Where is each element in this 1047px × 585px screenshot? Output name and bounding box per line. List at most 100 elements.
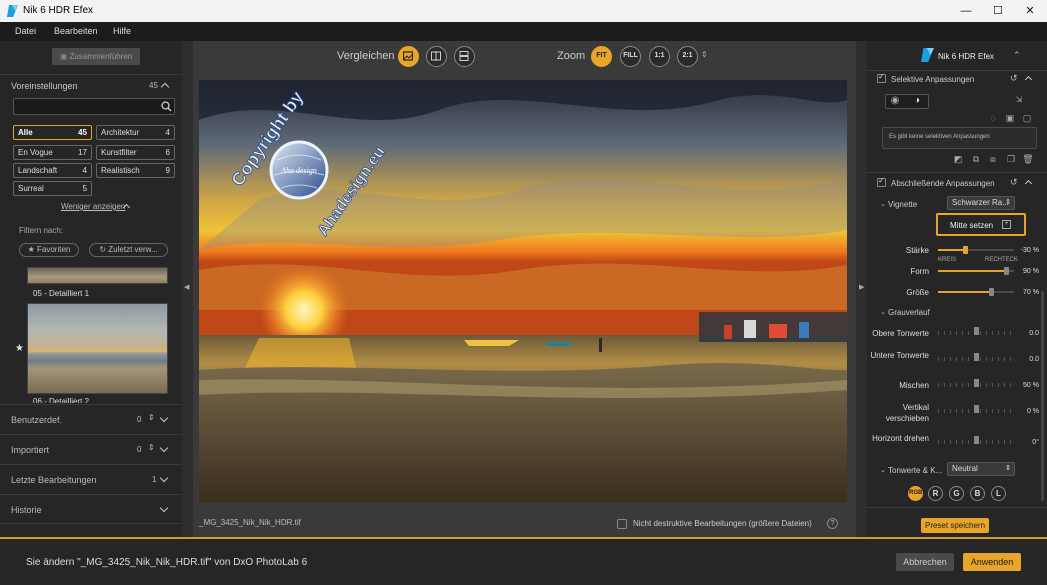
- maximize-button[interactable]: ☐: [982, 0, 1014, 22]
- category-surreal[interactable]: Surreal 5: [13, 181, 92, 196]
- slider-knob[interactable]: [974, 353, 979, 361]
- menu-edit[interactable]: Bearbeiten: [54, 26, 98, 36]
- save-preset-button[interactable]: Preset speichern: [921, 518, 989, 533]
- slider-value: 50 %: [1023, 382, 1039, 389]
- compare-split-view-button[interactable]: [426, 46, 447, 67]
- chevron-up-icon[interactable]: [1024, 75, 1033, 84]
- custom-presets-row[interactable]: Benutzerdef. 0 ⇕: [0, 404, 182, 434]
- chevron-down-icon[interactable]: [159, 413, 169, 423]
- final-enable-checkbox[interactable]: [877, 176, 886, 187]
- tone-dropdown[interactable]: Neutral ⇕: [947, 462, 1015, 476]
- center-set-button[interactable]: Mitte setzen: [950, 221, 993, 230]
- filter-recent-button[interactable]: ↻ Zuletzt verw...: [89, 243, 168, 257]
- expand-icon[interactable]: ⌄: [880, 200, 886, 208]
- channel-rgb-button[interactable]: RGB: [908, 486, 923, 501]
- right-panel-toggle[interactable]: ▶: [856, 41, 867, 537]
- selective-enable-checkbox[interactable]: [877, 72, 886, 83]
- favorite-star-icon[interactable]: ★: [15, 343, 24, 354]
- slider-knob[interactable]: [974, 405, 979, 413]
- merge-button[interactable]: ▣ Zusammenführen: [52, 48, 140, 65]
- slider-knob[interactable]: [974, 327, 979, 335]
- apply-button[interactable]: Anwenden: [963, 553, 1021, 571]
- category-all[interactable]: Alle 45: [13, 125, 92, 140]
- duplicate-icon[interactable]: ❐: [1004, 152, 1018, 166]
- left-panel-toggle[interactable]: ◀: [182, 41, 193, 537]
- collapse-right-icon[interactable]: ▶: [859, 283, 864, 291]
- history-row[interactable]: Historie: [0, 494, 182, 524]
- chevron-down-icon[interactable]: [159, 473, 169, 483]
- menu-file[interactable]: Datei: [15, 26, 36, 36]
- filter-favorites-button[interactable]: ★ Favoriten: [19, 243, 79, 257]
- preview-image[interactable]: Aha design Copyright by Ahadesign.eu: [199, 80, 847, 502]
- menu-help[interactable]: Hilfe: [113, 26, 131, 36]
- channel-blue-button[interactable]: B: [970, 486, 985, 501]
- compare-single-view-button[interactable]: [398, 46, 419, 67]
- slider-knob[interactable]: [989, 288, 995, 296]
- zoom-fit-button[interactable]: FIT: [591, 46, 612, 67]
- channel-luminance-button[interactable]: L: [991, 486, 1006, 501]
- imported-presets-row[interactable]: Importiert 0 ⇕: [0, 434, 182, 464]
- show-less-link[interactable]: Weniger anzeigen: [61, 202, 125, 211]
- brush-icon[interactable]: ▣: [1003, 111, 1017, 125]
- category-landscape[interactable]: Landschaft 4: [13, 163, 92, 178]
- invert-icon[interactable]: ◩: [951, 152, 965, 166]
- slider-label: Vertikal verschieben: [885, 403, 929, 423]
- scrollbar[interactable]: [1041, 291, 1044, 501]
- row-label: Importiert: [11, 445, 50, 455]
- collapse-all-icon[interactable]: ⌃: [1013, 50, 1021, 61]
- category-label: Surreal: [18, 184, 44, 193]
- collapse-left-icon[interactable]: ◀: [184, 283, 189, 291]
- minimize-button[interactable]: —: [950, 0, 982, 22]
- form-slider[interactable]: [938, 266, 1014, 276]
- reset-icon[interactable]: ↺: [1010, 177, 1018, 188]
- recent-edits-row[interactable]: Letzte Bearbeitungen 1: [0, 464, 182, 494]
- strength-slider[interactable]: [938, 245, 1014, 255]
- vignette-dropdown[interactable]: Schwarzer Ra... ⇕: [947, 196, 1015, 210]
- close-button[interactable]: ✕: [1014, 0, 1046, 22]
- size-slider[interactable]: [938, 287, 1014, 297]
- category-architecture[interactable]: Architektur 4: [96, 125, 175, 140]
- group-icon[interactable]: ⧈: [986, 152, 1000, 166]
- chevron-down-icon[interactable]: [159, 443, 169, 453]
- expand-icon[interactable]: ⌄: [880, 308, 886, 316]
- preset-thumbnail[interactable]: [27, 303, 168, 394]
- search-icon[interactable]: [161, 101, 172, 112]
- slider-knob[interactable]: [962, 246, 968, 254]
- compare-side-by-side-button[interactable]: [454, 46, 475, 67]
- help-icon[interactable]: ?: [827, 518, 838, 529]
- sort-icon[interactable]: ⇕: [148, 443, 155, 452]
- eraser-icon[interactable]: ▢: [1020, 111, 1034, 125]
- control-point-add-icon[interactable]: ◉: [888, 94, 902, 108]
- chevron-down-icon[interactable]: [159, 503, 169, 513]
- chevron-up-icon[interactable]: [1024, 179, 1033, 188]
- copy-icon[interactable]: ⧉: [969, 152, 983, 166]
- cancel-button[interactable]: Abbrechen: [896, 553, 954, 571]
- lasso-icon[interactable]: ◌: [986, 111, 1000, 125]
- sort-icon[interactable]: ⇕: [148, 413, 155, 422]
- zoom-100-button[interactable]: 1:1: [649, 46, 670, 67]
- dropdown-stepper-icon: ⇕: [1005, 465, 1011, 472]
- target-icon[interactable]: +: [1002, 220, 1011, 229]
- expand-icon[interactable]: ⌄: [880, 466, 886, 474]
- control-point-subtract-icon[interactable]: ◑: [910, 94, 924, 108]
- zoom-fill-button[interactable]: FILL: [620, 46, 641, 67]
- channel-green-button[interactable]: G: [949, 486, 964, 501]
- category-realistic[interactable]: Realistisch 9: [96, 163, 175, 178]
- zoom-stepper-icon[interactable]: ⇕: [701, 50, 708, 59]
- preset-thumbnail[interactable]: [27, 267, 168, 284]
- collapse-presets-icon[interactable]: [160, 82, 170, 92]
- category-en-vogue[interactable]: En Vogue 17: [13, 145, 92, 160]
- zoom-200-button[interactable]: 2:1: [677, 46, 698, 67]
- trash-icon[interactable]: 🗑: [1021, 152, 1035, 166]
- nondestructive-checkbox[interactable]: [617, 519, 627, 529]
- slider-knob[interactable]: [974, 379, 979, 387]
- show-selection-icon[interactable]: ⇲: [1012, 93, 1026, 107]
- slider-knob[interactable]: [1004, 267, 1010, 275]
- row-label: Benutzerdef.: [11, 415, 63, 425]
- category-art-filter[interactable]: Kunstfilter 6: [96, 145, 175, 160]
- reset-icon[interactable]: ↺: [1010, 73, 1018, 84]
- title-bar: Nik 6 HDR Efex — ☐ ✕: [0, 0, 1047, 22]
- preset-search-input[interactable]: [13, 98, 175, 115]
- slider-knob[interactable]: [974, 436, 979, 444]
- channel-red-button[interactable]: R: [928, 486, 943, 501]
